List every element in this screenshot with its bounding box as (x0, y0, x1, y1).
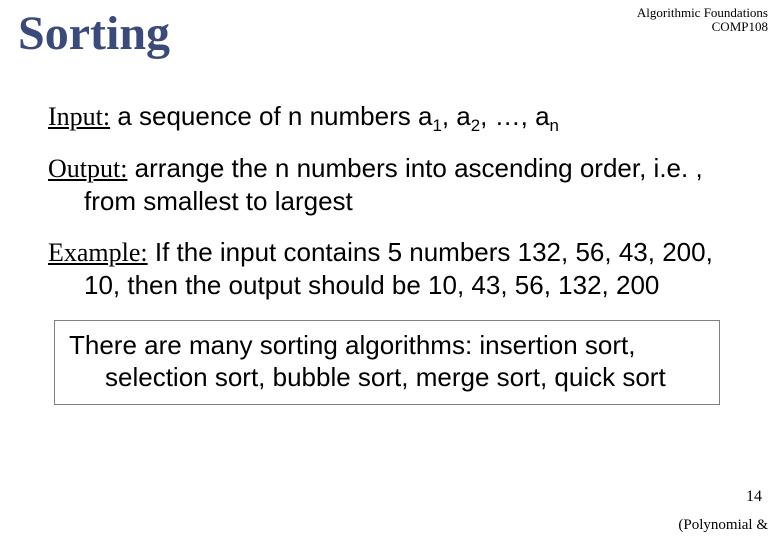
example-label: Example: (48, 238, 148, 267)
input-sep-1: , a (442, 101, 471, 131)
input-text-1: a sequence of n numbers a (110, 101, 432, 131)
output-text: arrange the n numbers into ascending ord… (84, 153, 703, 217)
sub-2: 2 (471, 116, 480, 135)
output-label: Output: (48, 154, 127, 183)
algorithms-box: There are many sorting algorithms: inser… (54, 320, 720, 405)
example-text: If the input contains 5 numbers 132, 56,… (84, 237, 713, 301)
sub-n: n (550, 116, 559, 135)
output-line: Output: arrange the n numbers into ascen… (48, 152, 740, 218)
input-label: Input: (48, 102, 110, 131)
algorithms-text: There are many sorting algorithms: inser… (69, 329, 705, 394)
sub-1: 1 (432, 116, 441, 135)
course-title: Algorithmic Foundations (637, 6, 768, 20)
course-header: Algorithmic Foundations COMP108 (637, 6, 768, 35)
footer-note: (Polynomial & (678, 517, 768, 534)
course-code: COMP108 (637, 20, 768, 34)
slide-title: Sorting (18, 6, 170, 61)
page-number: 14 (746, 488, 762, 506)
input-sep-2: , …, a (480, 101, 549, 131)
example-line: Example: If the input contains 5 numbers… (48, 236, 740, 302)
input-line: Input: a sequence of n numbers a1, a2, …… (48, 100, 740, 134)
slide-body: Input: a sequence of n numbers a1, a2, …… (48, 100, 740, 405)
